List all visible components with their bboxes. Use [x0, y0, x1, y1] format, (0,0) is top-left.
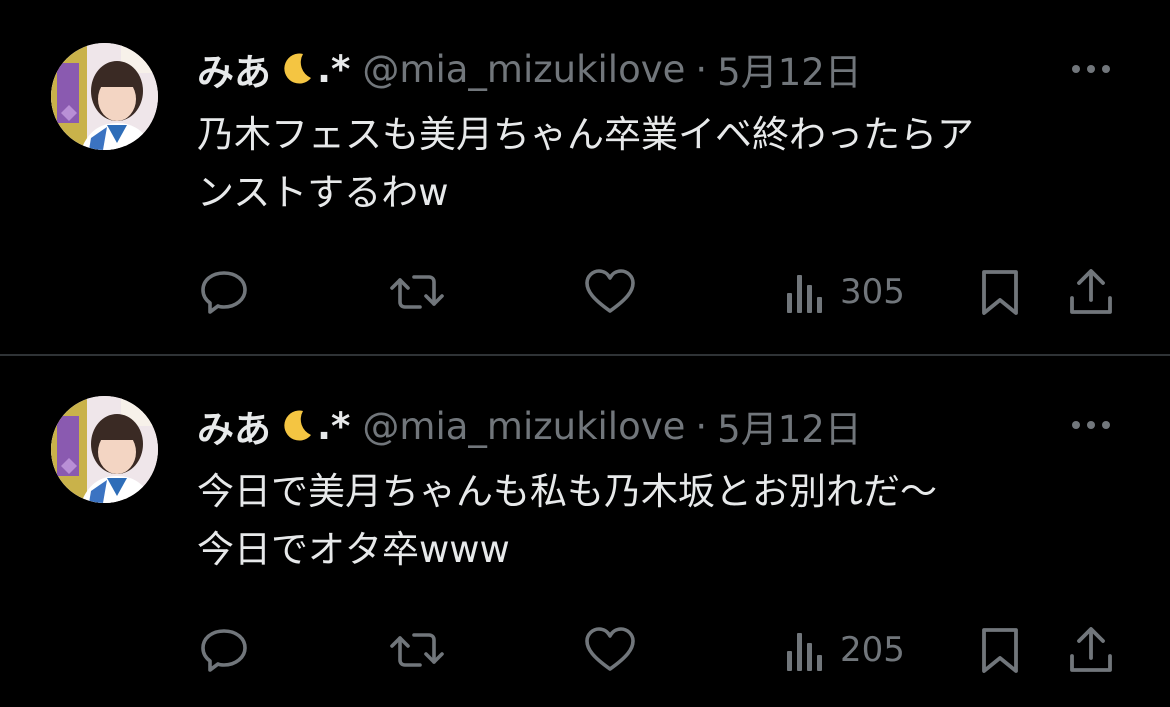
tweet-text-line: 今日で美月ちゃんも私も乃木坂とお別れだ〜 [197, 470, 937, 513]
tweet-date[interactable]: 5月12日 [717, 42, 862, 96]
tweet-text: 今日で美月ちゃんも私も乃木坂とお別れだ〜 今日でオタ卒www [197, 463, 1097, 579]
like-button[interactable] [583, 620, 637, 680]
share-button[interactable] [1066, 620, 1116, 680]
tweet-header: みあ .* @mia_mizukilove · 5月12日 [197, 42, 862, 96]
heart-icon [583, 266, 637, 318]
repost-button[interactable] [388, 262, 446, 322]
bookmark-button[interactable] [979, 262, 1021, 322]
bookmark-icon [979, 266, 1021, 318]
name-suffix: .* [317, 47, 351, 91]
author-handle[interactable]: @mia_mizukilove [362, 48, 685, 91]
avatar[interactable] [51, 43, 158, 150]
views-count: 305 [840, 272, 905, 312]
reply-button[interactable] [198, 262, 250, 322]
views-icon [784, 266, 826, 318]
author-handle[interactable]: @mia_mizukilove [362, 405, 685, 448]
views-icon [784, 624, 826, 676]
tweet[interactable]: みあ .* @mia_mizukilove · 5月12日 今日で美月ちゃんも私… [0, 356, 1170, 707]
action-bar: 205 [0, 620, 1170, 680]
more-options-button[interactable] [1066, 400, 1116, 450]
separator: · [695, 47, 708, 91]
like-button[interactable] [583, 262, 637, 322]
share-button[interactable] [1066, 262, 1116, 322]
bookmark-icon [979, 624, 1021, 676]
tweet-text-line: ンストするわw [197, 171, 449, 214]
reply-icon [198, 624, 250, 676]
reply-icon [198, 266, 250, 318]
repost-icon [388, 266, 446, 318]
reply-button[interactable] [198, 620, 250, 680]
repost-icon [388, 624, 446, 676]
tweet[interactable]: みあ .* @mia_mizukilove · 5月12日 乃木フェスも美月ちゃ… [0, 0, 1170, 354]
more-options-button[interactable] [1066, 44, 1116, 94]
tweet-text-line: 乃木フェスも美月ちゃん卒業イベ終わったらア [197, 113, 974, 156]
bookmark-button[interactable] [979, 620, 1021, 680]
separator: · [695, 404, 708, 448]
tweet-text-line: 今日でオタ卒www [197, 528, 510, 571]
views-button[interactable]: 305 [784, 262, 905, 322]
tweet-date[interactable]: 5月12日 [717, 399, 862, 453]
views-button[interactable]: 205 [784, 620, 905, 680]
share-icon [1066, 266, 1116, 318]
heart-icon [583, 624, 637, 676]
avatar[interactable] [51, 396, 158, 503]
action-bar: 305 [0, 262, 1170, 322]
name-suffix: .* [317, 404, 351, 448]
more-icon [1071, 60, 1111, 79]
tweet-text: 乃木フェスも美月ちゃん卒業イベ終わったらア ンストするわw [197, 106, 1097, 222]
moon-icon [277, 50, 315, 88]
moon-icon [277, 407, 315, 445]
author-name[interactable]: みあ [197, 42, 271, 96]
repost-button[interactable] [388, 620, 446, 680]
author-name[interactable]: みあ [197, 399, 271, 453]
views-count: 205 [840, 630, 905, 670]
share-icon [1066, 624, 1116, 676]
more-icon [1071, 416, 1111, 435]
tweet-header: みあ .* @mia_mizukilove · 5月12日 [197, 399, 862, 453]
